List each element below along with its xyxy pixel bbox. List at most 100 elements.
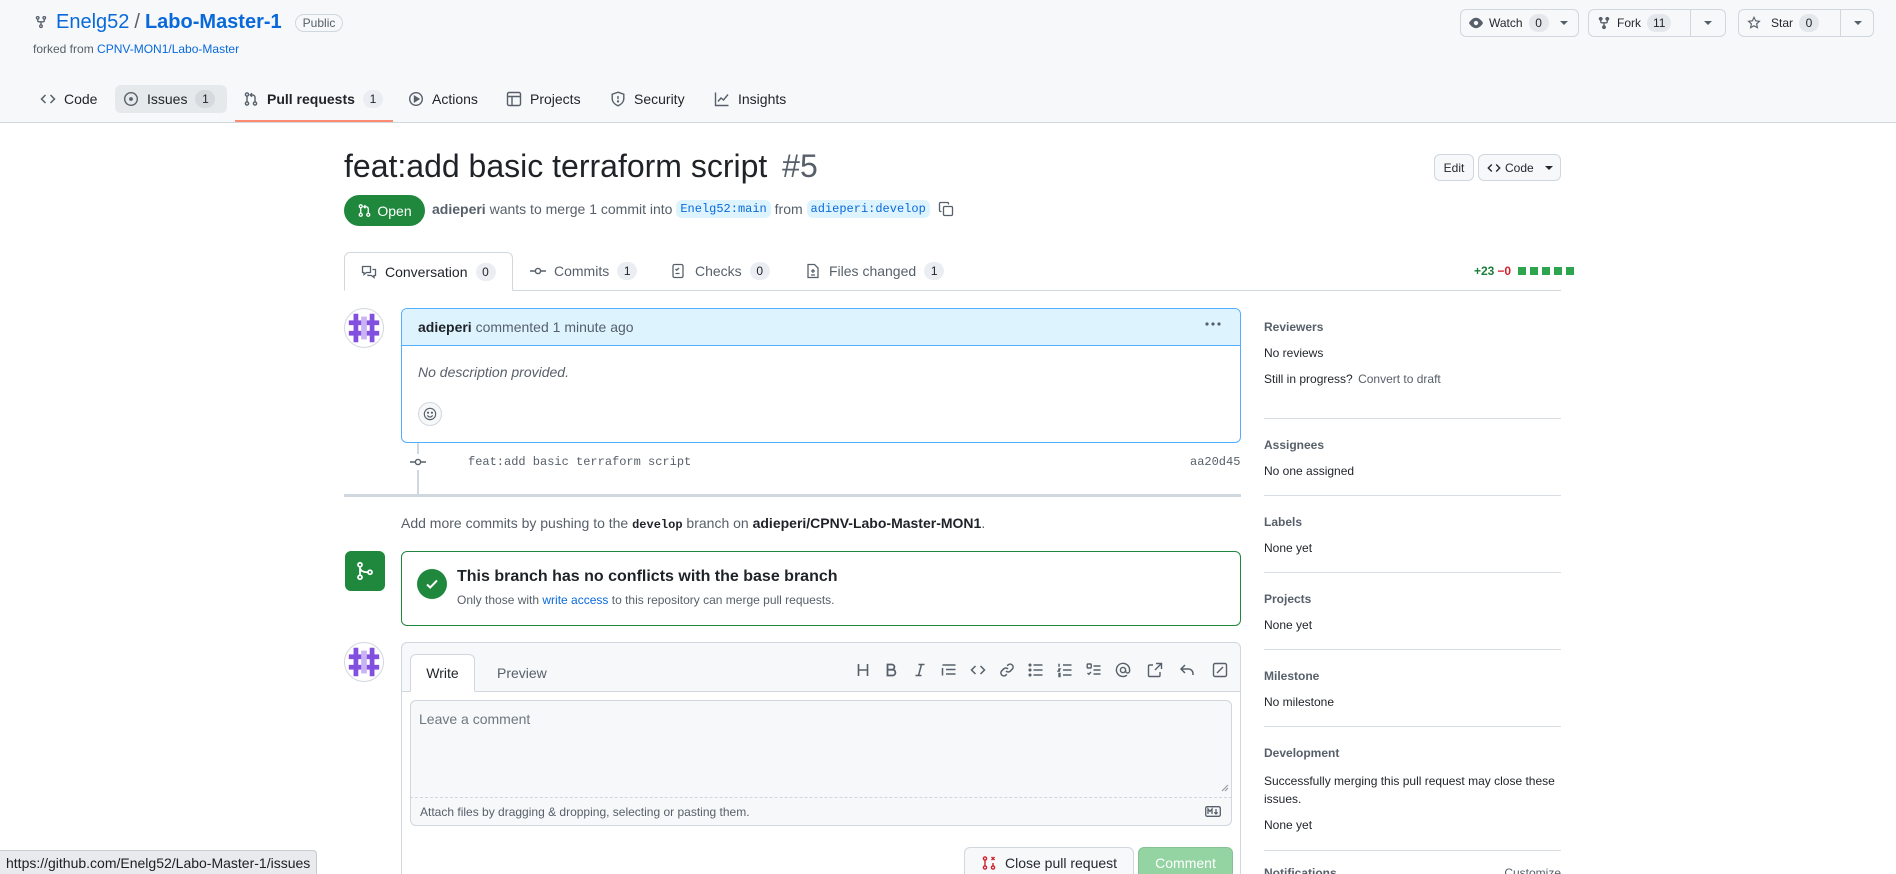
heading-icon[interactable] [854, 661, 872, 679]
conversation-count: 0 [475, 262, 496, 281]
merge-box: This branch has no conflicts with the ba… [401, 551, 1241, 626]
write-access-link[interactable]: write access [542, 593, 608, 607]
tab-files-changed[interactable]: Files changed 1 [805, 262, 945, 280]
tab-projects-label: Projects [530, 91, 581, 107]
git-pull-request-closed-icon [981, 855, 997, 871]
tab-security[interactable]: Security [610, 88, 685, 110]
tab-code[interactable]: Code [40, 88, 97, 110]
diffstat-deletions: −0 [1497, 264, 1512, 278]
merge-status-icon [345, 551, 385, 591]
tab-code-label: Code [64, 91, 98, 107]
diffstat-block [1566, 267, 1575, 275]
sidebar-development[interactable]: Development Successfully merging this pu… [1264, 746, 1561, 832]
comment-author-link[interactable]: adieperi [418, 319, 472, 335]
chevron-down-icon[interactable] [1703, 18, 1713, 28]
link-icon[interactable] [998, 661, 1016, 679]
sidebar-divider [1264, 726, 1561, 727]
tab-insights[interactable]: Insights [714, 88, 786, 110]
close-pr-label: Close pull request [1004, 855, 1118, 871]
development-heading: Development [1264, 746, 1340, 760]
sidebar-assignees[interactable]: Assignees No one assigned [1264, 438, 1354, 478]
kebab-horizontal-icon[interactable] [1204, 321, 1222, 327]
diffstat-additions: +23 [1474, 264, 1495, 278]
close-pull-request-button[interactable]: Close pull request [964, 847, 1134, 874]
fork-button[interactable]: Fork 11 [1588, 9, 1726, 37]
tasklist-icon[interactable] [1085, 661, 1103, 679]
sidebar-notifications: Notifications Customize [1264, 866, 1561, 874]
star-icon [1747, 16, 1761, 30]
code-icon[interactable] [969, 661, 987, 679]
sidebar-projects[interactable]: Projects None yet [1264, 592, 1312, 632]
repo-name-link[interactable]: Labo-Master-1 [145, 11, 282, 34]
pr-author-link[interactable]: adieperi [432, 201, 486, 217]
attach-files-bar[interactable]: Attach files by dragging & dropping, sel… [410, 798, 1232, 826]
tab-issues-label: Issues [147, 91, 188, 107]
convert-to-draft-link[interactable]: Convert to draft [1358, 372, 1441, 386]
commit-sha-link[interactable]: aa20d45 [1190, 455, 1240, 469]
mention-icon[interactable] [1114, 661, 1132, 679]
diffstat[interactable]: +23 −0 [1474, 264, 1575, 278]
cross-reference-icon[interactable] [1146, 661, 1164, 679]
tab-checks[interactable]: Checks 0 [671, 262, 770, 280]
copy-icon[interactable] [938, 201, 954, 217]
tab-pull-requests[interactable]: Pull requests 1 [243, 88, 383, 110]
avatar[interactable] [344, 642, 384, 682]
comment-submit-button[interactable]: Comment [1138, 847, 1233, 874]
base-branch[interactable]: Enelg52:main [676, 200, 771, 218]
milestone-heading: Milestone [1264, 669, 1320, 683]
tab-write[interactable]: Write [410, 654, 475, 692]
head-branch[interactable]: adieperi:develop [806, 200, 930, 218]
comment-btn-label: Comment [1155, 855, 1216, 871]
pr-meta: adieperi wants to merge 1 commit into En… [432, 200, 954, 218]
pr-title-row: feat:add basic terraform script #5 [344, 148, 818, 185]
code-dropdown-button[interactable]: Code [1478, 154, 1561, 181]
watch-label: Watch [1489, 16, 1523, 30]
italic-icon[interactable] [911, 661, 929, 679]
state-badge-open: Open [344, 195, 425, 226]
checks-count: 0 [749, 262, 770, 280]
add-reaction-button[interactable] [418, 402, 442, 426]
comment-box: adieperi commented 1 minute ago No descr… [401, 308, 1241, 443]
repo-owner-link[interactable]: Enelg52 [56, 11, 129, 34]
tab-projects[interactable]: Projects [506, 88, 581, 110]
tab-commits[interactable]: Commits 1 [530, 262, 638, 280]
chevron-down-icon[interactable] [1853, 18, 1863, 28]
tab-preview[interactable]: Preview [497, 665, 547, 681]
tab-actions[interactable]: Actions [408, 88, 478, 110]
watch-count: 0 [1528, 14, 1549, 32]
star-label: Star [1771, 16, 1794, 30]
chevron-down-icon [1559, 18, 1569, 28]
commit-message-link[interactable]: feat:add basic terraform script [468, 455, 691, 469]
projects-value: None yet [1264, 618, 1313, 632]
labels-heading: Labels [1264, 515, 1303, 529]
markdown-icon [1205, 806, 1221, 817]
git-pull-request-icon [357, 203, 372, 218]
customize-link[interactable]: Customize [1504, 866, 1561, 874]
watch-button[interactable]: Watch 0 [1460, 9, 1579, 37]
forked-from-link[interactable]: CPNV-MON1/Labo-Master [97, 42, 239, 56]
reply-icon[interactable] [1178, 661, 1196, 679]
milestone-value: No milestone [1264, 695, 1335, 709]
diff-ignored-icon[interactable] [1211, 661, 1229, 679]
comment-textarea[interactable]: Leave a comment [410, 700, 1232, 798]
tab-issues[interactable]: Issues 1 [115, 85, 227, 113]
sidebar-reviewers[interactable]: Reviewers No reviews Still in progress? … [1264, 320, 1561, 386]
sidebar-divider [1264, 649, 1561, 650]
edit-title-button[interactable]: Edit [1434, 154, 1474, 181]
list-unordered-icon[interactable] [1027, 661, 1045, 679]
bold-icon[interactable] [882, 661, 900, 679]
fork-divider [1690, 10, 1691, 36]
sidebar-milestone[interactable]: Milestone No milestone [1264, 669, 1334, 709]
quote-icon[interactable] [940, 661, 958, 679]
avatar[interactable] [344, 308, 384, 348]
sidebar-labels[interactable]: Labels None yet [1264, 515, 1312, 555]
resize-handle-icon[interactable] [1221, 779, 1229, 795]
labels-value: None yet [1264, 541, 1313, 555]
comment-timestamp[interactable]: 1 minute ago [553, 319, 634, 335]
list-ordered-icon[interactable] [1056, 661, 1074, 679]
smiley-icon [423, 407, 437, 421]
tab-conversation[interactable]: Conversation 0 [344, 252, 513, 291]
star-button[interactable]: Star 0 [1738, 9, 1874, 37]
shield-icon [610, 91, 626, 107]
assignees-heading: Assignees [1264, 438, 1325, 452]
